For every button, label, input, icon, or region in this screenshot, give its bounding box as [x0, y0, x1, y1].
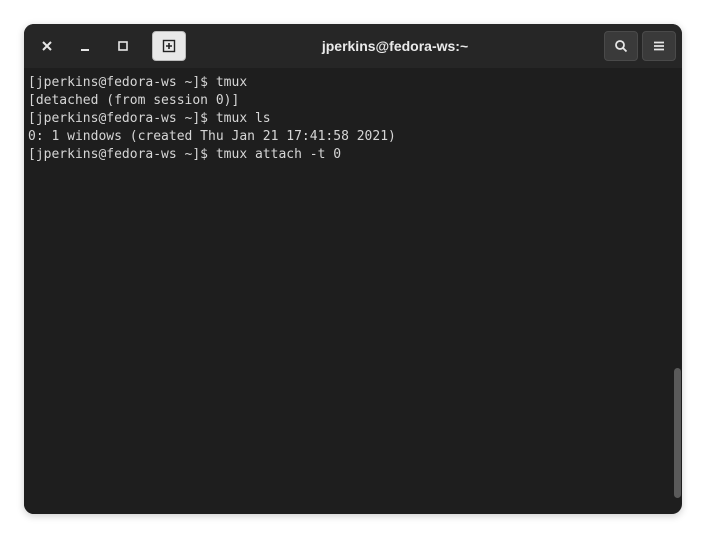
scrollbar-thumb[interactable] [674, 368, 681, 498]
close-button[interactable] [30, 31, 64, 61]
maximize-button[interactable] [106, 31, 140, 61]
line-text: tmux ls [216, 111, 271, 126]
terminal-output[interactable]: [jperkins@fedora-ws ~]$ tmux[detached (f… [24, 68, 672, 514]
search-icon [614, 39, 628, 53]
terminal-window: jperkins@fedora-ws:~ [jperkins@fedora-ws… [24, 24, 682, 514]
minimize-button[interactable] [68, 31, 102, 61]
prompt: [jperkins@fedora-ws ~]$ [28, 75, 216, 90]
line-text: tmux [216, 75, 247, 90]
terminal-line: [jperkins@fedora-ws ~]$ tmux [28, 74, 668, 92]
titlebar-left [30, 31, 186, 61]
new-tab-button[interactable] [152, 31, 186, 61]
terminal-line: [jperkins@fedora-ws ~]$ tmux ls [28, 110, 668, 128]
menu-button[interactable] [642, 31, 676, 61]
window-title: jperkins@fedora-ws:~ [190, 38, 600, 54]
terminal-line: [jperkins@fedora-ws ~]$ tmux attach -t 0 [28, 146, 668, 164]
menu-icon [652, 39, 666, 53]
terminal-area: [jperkins@fedora-ws ~]$ tmux[detached (f… [24, 68, 682, 514]
line-text: 0: 1 windows (created Thu Jan 21 17:41:5… [28, 129, 396, 144]
new-tab-icon [162, 39, 176, 53]
search-button[interactable] [604, 31, 638, 61]
scrollbar[interactable] [672, 68, 682, 514]
minimize-icon [79, 40, 91, 52]
terminal-line: [detached (from session 0)] [28, 92, 668, 110]
titlebar-right [604, 31, 676, 61]
terminal-line: 0: 1 windows (created Thu Jan 21 17:41:5… [28, 128, 668, 146]
maximize-icon [117, 40, 129, 52]
titlebar: jperkins@fedora-ws:~ [24, 24, 682, 68]
prompt: [jperkins@fedora-ws ~]$ [28, 147, 216, 162]
prompt: [jperkins@fedora-ws ~]$ [28, 111, 216, 126]
line-text: [detached (from session 0)] [28, 93, 239, 108]
close-icon [41, 40, 53, 52]
line-text: tmux attach -t 0 [216, 147, 341, 162]
